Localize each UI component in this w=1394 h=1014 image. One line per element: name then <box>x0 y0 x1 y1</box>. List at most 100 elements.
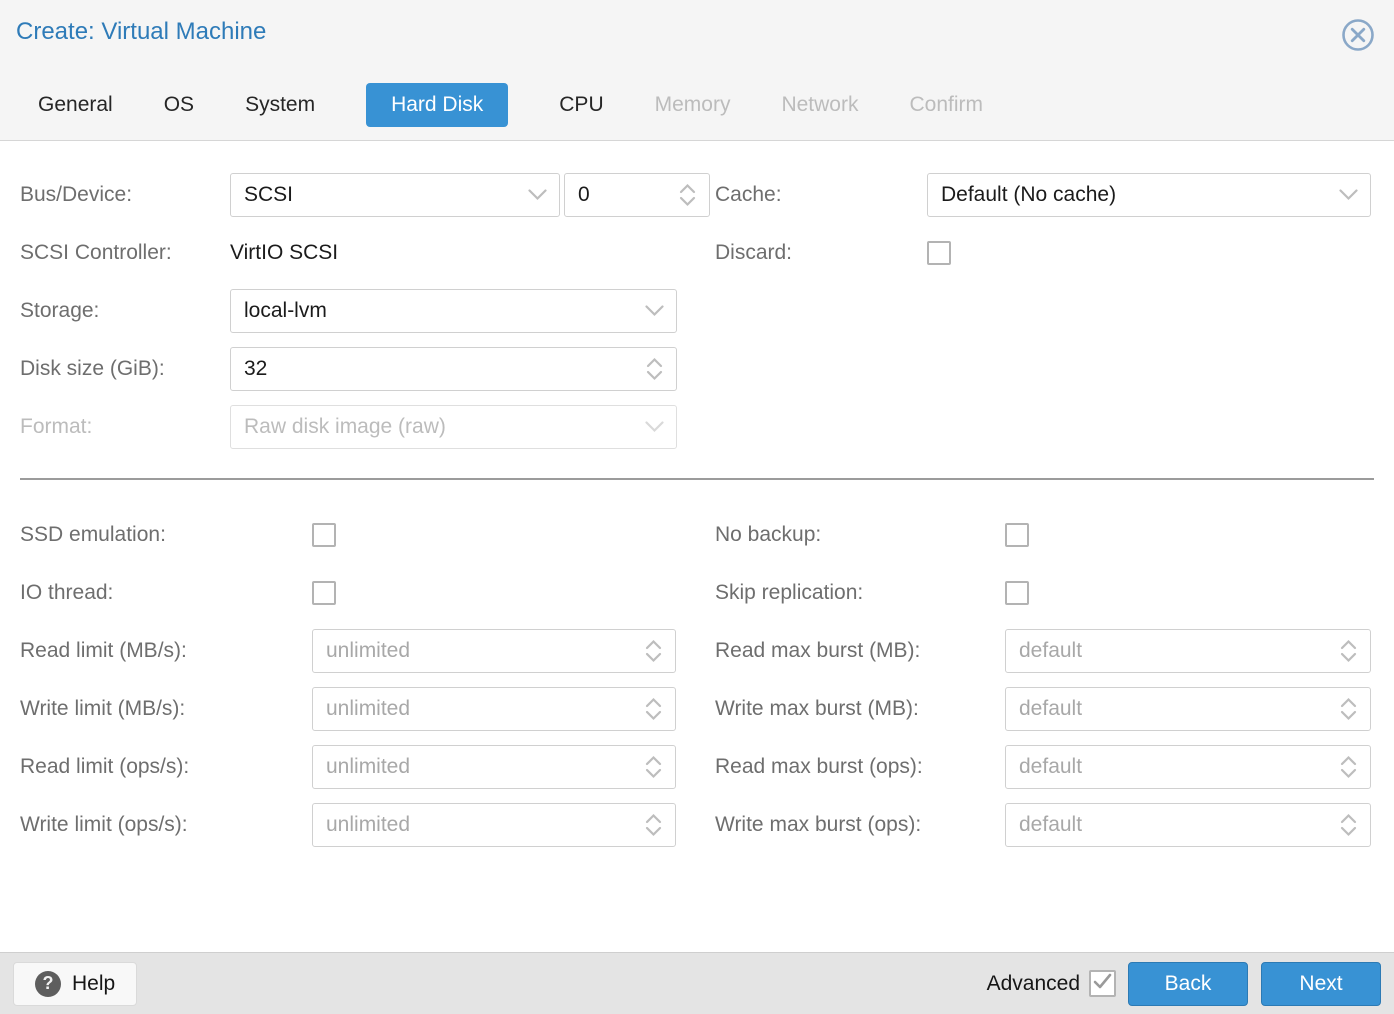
spinner-arrows-icon[interactable] <box>665 174 709 216</box>
read-max-burst-ops-spinner[interactable] <box>1005 745 1371 789</box>
ssd-emulation-checkbox[interactable] <box>312 523 336 547</box>
no-backup-label: No backup: <box>715 523 1005 547</box>
discard-checkbox[interactable] <box>927 241 951 265</box>
storage-label: Storage: <box>20 299 230 323</box>
chevron-down-icon[interactable] <box>515 174 559 216</box>
dialog-header: Create: Virtual Machine General OS Syste… <box>0 0 1394 141</box>
tab-cpu[interactable]: CPU <box>559 83 603 127</box>
device-number-spinner[interactable] <box>564 173 710 217</box>
disk-size-spinner[interactable] <box>230 347 677 391</box>
io-thread-label: IO thread: <box>20 581 312 605</box>
write-limit-ops-spinner[interactable] <box>312 803 676 847</box>
close-button[interactable] <box>1340 17 1376 53</box>
cache-combo[interactable] <box>927 173 1371 217</box>
spinner-arrows-icon[interactable] <box>1326 688 1370 730</box>
write-limit-mb-input[interactable] <box>313 697 631 721</box>
io-thread-checkbox[interactable] <box>312 581 336 605</box>
spinner-arrows-icon[interactable] <box>632 348 676 390</box>
storage-combo[interactable] <box>230 289 677 333</box>
dialog-footer: ? Help Advanced Back Next <box>0 952 1394 1014</box>
row-bus-device-cache: Bus/Device: <box>20 166 1374 224</box>
help-button-label: Help <box>72 972 115 996</box>
next-button[interactable]: Next <box>1261 962 1381 1006</box>
scsi-controller-label: SCSI Controller: <box>20 241 230 265</box>
spinner-arrows-icon[interactable] <box>631 804 675 846</box>
spinner-arrows-icon[interactable] <box>631 746 675 788</box>
disk-size-label: Disk size (GiB): <box>20 357 230 381</box>
device-number-input[interactable] <box>565 183 665 207</box>
read-limit-ops-label: Read limit (ops/s): <box>20 755 312 779</box>
scsi-controller-value: VirtIO SCSI <box>230 241 338 264</box>
read-max-burst-mb-spinner[interactable] <box>1005 629 1371 673</box>
tab-hard-disk[interactable]: Hard Disk <box>366 83 508 127</box>
back-button[interactable]: Back <box>1128 962 1248 1006</box>
advanced-section-divider <box>20 478 1374 480</box>
write-limit-ops-input[interactable] <box>313 813 631 837</box>
write-max-burst-ops-label: Write max burst (ops): <box>715 813 1005 837</box>
read-max-burst-ops-label: Read max burst (ops): <box>715 755 1005 779</box>
bus-device-label: Bus/Device: <box>20 183 230 207</box>
write-max-burst-ops-spinner[interactable] <box>1005 803 1371 847</box>
hard-disk-form: Bus/Device: <box>0 141 1394 952</box>
read-max-burst-mb-label: Read max burst (MB): <box>715 639 1005 663</box>
read-max-burst-mb-input[interactable] <box>1006 639 1326 663</box>
tab-system[interactable]: System <box>245 83 315 127</box>
skip-replication-checkbox[interactable] <box>1005 581 1029 605</box>
disk-size-input[interactable] <box>231 357 632 381</box>
tab-os[interactable]: OS <box>164 83 194 127</box>
row-scsi-controller-discard: SCSI Controller: VirtIO SCSI Discard: <box>20 224 1374 282</box>
help-button[interactable]: ? Help <box>13 962 137 1006</box>
tab-network: Network <box>781 83 858 127</box>
ssd-emulation-label: SSD emulation: <box>20 523 312 547</box>
discard-label: Discard: <box>715 241 927 265</box>
read-limit-mb-input[interactable] <box>313 639 631 663</box>
format-label: Format: <box>20 415 230 439</box>
read-limit-ops-input[interactable] <box>313 755 631 779</box>
close-icon <box>1340 41 1376 56</box>
spinner-arrows-icon[interactable] <box>1326 746 1370 788</box>
row-iothread-skiprepl: IO thread: Skip replication: <box>20 564 1374 622</box>
read-limit-mb-label: Read limit (MB/s): <box>20 639 312 663</box>
cache-label: Cache: <box>715 183 927 207</box>
spinner-arrows-icon[interactable] <box>631 630 675 672</box>
help-icon: ? <box>35 971 61 997</box>
storage-input[interactable] <box>231 299 632 323</box>
no-backup-checkbox[interactable] <box>1005 523 1029 547</box>
row-read-limit-mb: Read limit (MB/s): Read max burst (MB): <box>20 622 1374 680</box>
read-limit-ops-spinner[interactable] <box>312 745 676 789</box>
tab-bar: General OS System Hard Disk CPU Memory N… <box>38 83 983 127</box>
spinner-arrows-icon[interactable] <box>631 688 675 730</box>
row-ssd-nobackup: SSD emulation: No backup: <box>20 506 1374 564</box>
row-read-limit-ops: Read limit (ops/s): Read max burst (ops)… <box>20 738 1374 796</box>
read-max-burst-ops-input[interactable] <box>1006 755 1326 779</box>
row-disk-size: Disk size (GiB): <box>20 340 1374 398</box>
row-storage: Storage: <box>20 282 1374 340</box>
advanced-label: Advanced <box>987 972 1080 996</box>
read-limit-mb-spinner[interactable] <box>312 629 676 673</box>
tab-memory: Memory <box>655 83 731 127</box>
row-write-limit-mb: Write limit (MB/s): Write max burst (MB)… <box>20 680 1374 738</box>
chevron-down-icon[interactable] <box>1326 174 1370 216</box>
write-limit-mb-label: Write limit (MB/s): <box>20 697 312 721</box>
chevron-down-icon <box>632 406 676 448</box>
write-max-burst-mb-label: Write max burst (MB): <box>715 697 1005 721</box>
write-max-burst-mb-spinner[interactable] <box>1005 687 1371 731</box>
format-input <box>231 415 632 439</box>
write-max-burst-mb-input[interactable] <box>1006 697 1326 721</box>
skip-replication-label: Skip replication: <box>715 581 1005 605</box>
write-max-burst-ops-input[interactable] <box>1006 813 1326 837</box>
write-limit-mb-spinner[interactable] <box>312 687 676 731</box>
create-vm-dialog: Create: Virtual Machine General OS Syste… <box>0 0 1394 1014</box>
row-write-limit-ops: Write limit (ops/s): Write max burst (op… <box>20 796 1374 854</box>
bus-device-input[interactable] <box>231 183 515 207</box>
checkmark-icon <box>1093 973 1112 994</box>
bus-device-combo[interactable] <box>230 173 560 217</box>
chevron-down-icon[interactable] <box>632 290 676 332</box>
dialog-title: Create: Virtual Machine <box>16 18 266 46</box>
spinner-arrows-icon[interactable] <box>1326 630 1370 672</box>
advanced-checkbox[interactable] <box>1089 970 1116 997</box>
spinner-arrows-icon[interactable] <box>1326 804 1370 846</box>
tab-general[interactable]: General <box>38 83 113 127</box>
cache-input[interactable] <box>928 183 1326 207</box>
write-limit-ops-label: Write limit (ops/s): <box>20 813 312 837</box>
